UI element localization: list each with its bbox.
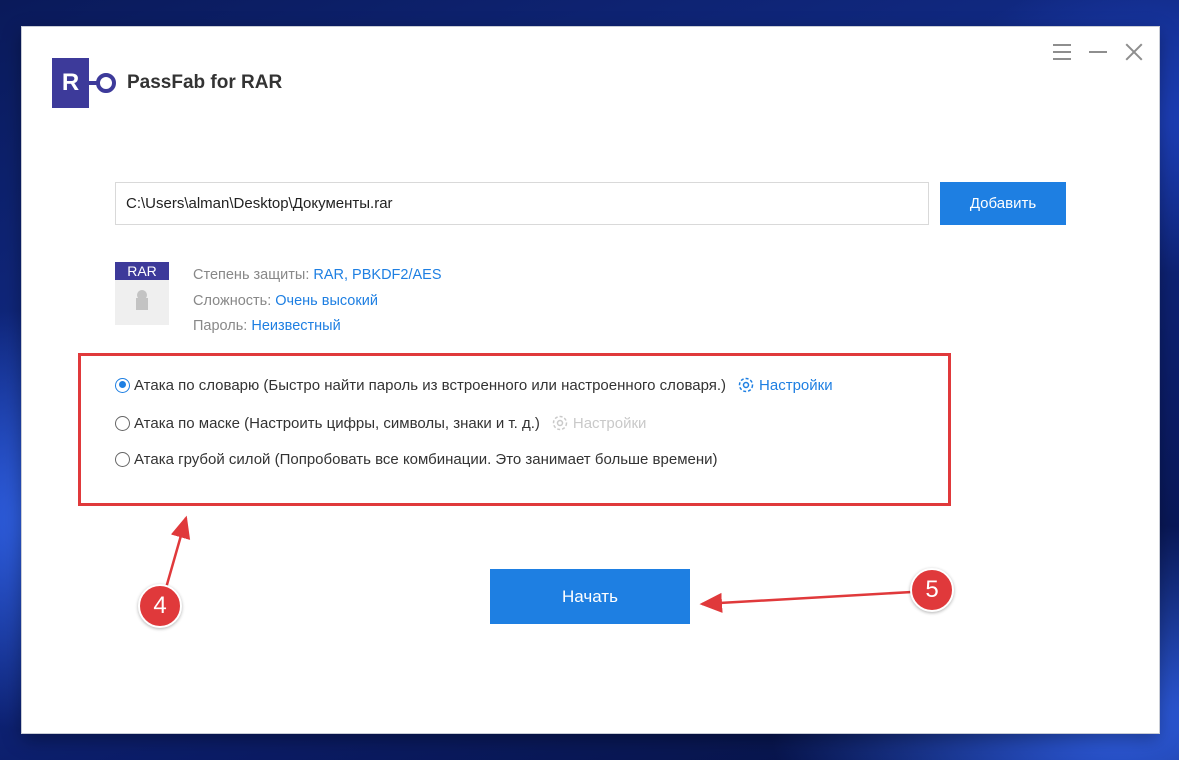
file-info: Степень защиты: RAR, PBKDF2/AES Сложност… — [193, 263, 442, 340]
attack-bruteforce[interactable]: Атака грубой силой (Попробовать все комб… — [115, 451, 718, 468]
attack-mask-label: Атака по маске (Настроить цифры, символы… — [134, 414, 540, 432]
radio-dictionary[interactable] — [115, 377, 130, 393]
dictionary-settings-link[interactable]: Настройки — [736, 375, 833, 395]
radio-mask[interactable] — [115, 415, 130, 431]
close-icon[interactable] — [1123, 41, 1145, 63]
minimize-icon[interactable] — [1087, 41, 1109, 63]
settings-label: Настройки — [572, 414, 647, 432]
gear-icon — [738, 377, 754, 393]
logo-icon: R — [52, 58, 120, 108]
info-password: Пароль: Неизвестный — [193, 318, 341, 334]
mask-settings-link[interactable]: Настройки — [550, 413, 647, 433]
info-complexity: Сложность: Очень высокий — [193, 292, 378, 309]
add-button[interactable]: Добавить — [940, 182, 1066, 225]
rar-file-icon: RAR — [115, 262, 169, 325]
start-button[interactable]: Начать — [490, 569, 690, 624]
gear-icon — [552, 415, 568, 431]
attack-dictionary-label: Атака по словарю (Быстро найти пароль из… — [134, 376, 727, 394]
lock-icon — [115, 280, 169, 325]
annotation-badge-5: 5 — [910, 568, 954, 612]
menu-icon[interactable] — [1051, 41, 1073, 63]
attack-bruteforce-label: Атака грубой силой (Попробовать все комб… — [134, 451, 718, 468]
settings-label: Настройки — [759, 376, 833, 394]
info-protection: Степень защиты: RAR, PBKDF2/AES — [193, 267, 442, 283]
window-controls — [1051, 41, 1145, 63]
app-logo: R PassFab for RAR — [52, 58, 282, 108]
app-window: R PassFab for RAR Добавить RAR Степень з… — [22, 27, 1159, 733]
logo-letter: R — [52, 58, 89, 108]
attack-mask[interactable]: Атака по маске (Настроить цифры, символы… — [115, 413, 646, 433]
file-path-input[interactable] — [115, 182, 929, 225]
attack-dictionary[interactable]: Атака по словарю (Быстро найти пароль из… — [115, 375, 833, 395]
file-type-label: RAR — [115, 262, 169, 280]
annotation-badge-4: 4 — [138, 584, 182, 628]
radio-bruteforce[interactable] — [115, 452, 130, 467]
app-title: PassFab for RAR — [127, 72, 283, 93]
